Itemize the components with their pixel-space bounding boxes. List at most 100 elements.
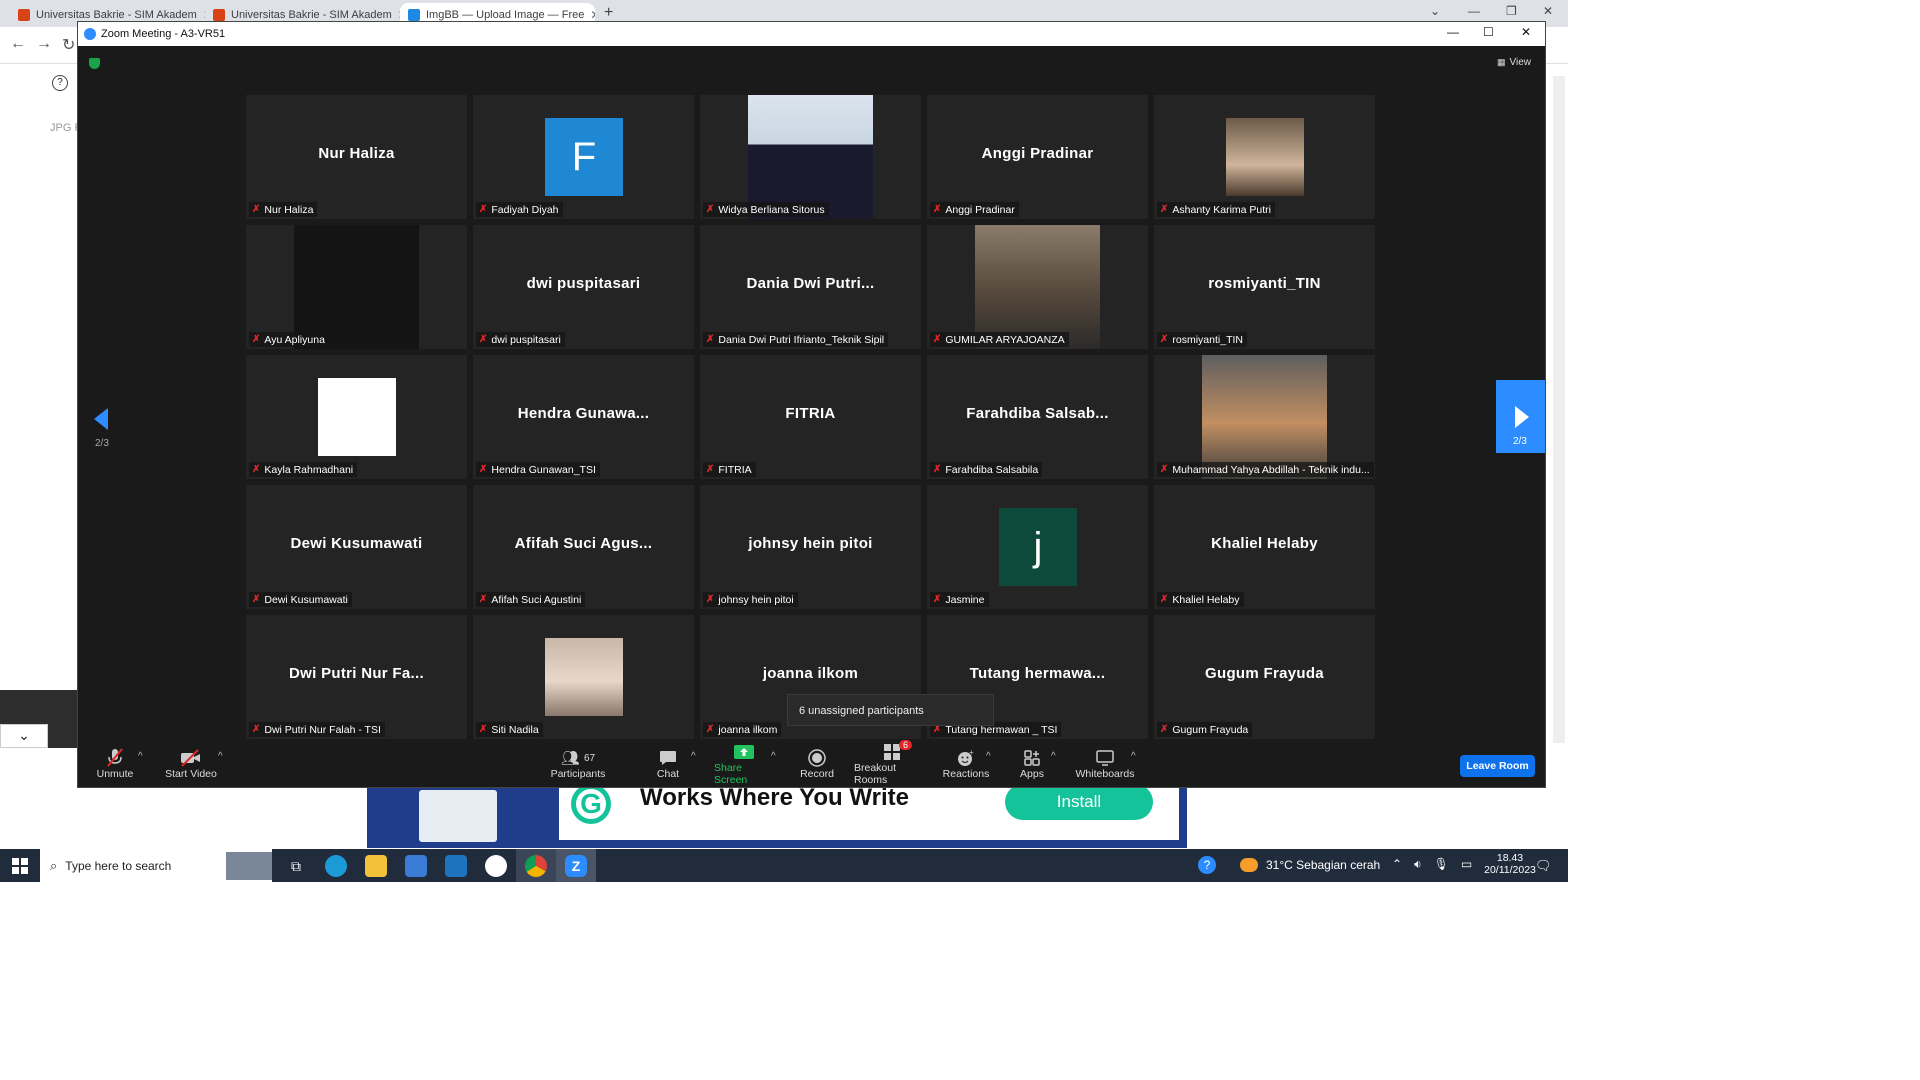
shield-icon[interactable] bbox=[89, 58, 100, 69]
back-icon[interactable]: ← bbox=[10, 35, 26, 53]
participant-label-text: Ashanty Karima Putri bbox=[1172, 203, 1272, 216]
breakout-rooms-button[interactable]: 6 Breakout Rooms bbox=[854, 740, 930, 787]
participant-tile[interactable]: Nur Haliza ✗ Nur Haliza bbox=[246, 95, 467, 219]
windows-start-icon[interactable] bbox=[12, 858, 28, 874]
minimize-icon[interactable]: — bbox=[1468, 4, 1480, 18]
participant-tile[interactable]: Afifah Suci Agus... ✗ Afifah Suci Agustini bbox=[473, 485, 694, 609]
participant-tile[interactable]: Dwi Putri Nur Fa... ✗ Dwi Putri Nur Falah … bbox=[246, 615, 467, 739]
new-tab-button[interactable]: + bbox=[604, 4, 613, 22]
reload-icon[interactable]: ↻ bbox=[62, 35, 75, 55]
share-screen-label: Share Screen bbox=[714, 762, 748, 786]
page-scrollbar[interactable] bbox=[1553, 76, 1565, 743]
chevron-up-icon[interactable]: ^ bbox=[1131, 751, 1136, 762]
taskbar-search[interactable]: ⌕ Type here to search bbox=[40, 849, 272, 882]
maximize-icon[interactable]: ☐ bbox=[1483, 25, 1494, 39]
participant-display-name: Dania Dwi Putri... bbox=[746, 275, 875, 292]
participant-display-name: Tutang hermawa... bbox=[969, 665, 1106, 682]
notification-icon[interactable]: 🗨︎ bbox=[1535, 858, 1552, 874]
close-icon[interactable]: ✕ bbox=[590, 8, 595, 22]
help-icon[interactable]: ? bbox=[1198, 856, 1216, 874]
mic-muted-icon: ✗ bbox=[479, 464, 488, 475]
participant-tile[interactable]: Hendra Gunawa... ✗ Hendra Gunawan_TSI bbox=[473, 355, 694, 479]
chevron-up-icon[interactable]: ^ bbox=[691, 751, 696, 762]
help-icon[interactable]: ? bbox=[52, 75, 68, 91]
chevron-up-icon[interactable]: ^ bbox=[218, 751, 223, 762]
install-button[interactable]: Install bbox=[1005, 784, 1153, 820]
participant-label-text: GUMILAR ARYAJOANZA bbox=[945, 333, 1065, 346]
participant-tile[interactable]: Farahdiba Salsab... ✗ Farahdiba Salsabila bbox=[927, 355, 1148, 479]
participant-tile[interactable]: johnsy hein pitoi ✗ johnsy hein pitoi bbox=[700, 485, 921, 609]
task-view-icon[interactable]: ⧉ bbox=[285, 855, 307, 877]
mail-icon[interactable] bbox=[445, 855, 467, 877]
chevron-up-icon[interactable]: ^ bbox=[138, 751, 143, 762]
chevron-down-icon[interactable]: ⌄ bbox=[0, 724, 48, 748]
participant-tile[interactable]: F ✗ Fadiyah Diyah bbox=[473, 95, 694, 219]
volume-icon[interactable]: 🔉︎ bbox=[1414, 857, 1422, 872]
participant-tile[interactable]: ✗ Siti Nadila bbox=[473, 615, 694, 739]
breakout-badge: 6 bbox=[899, 740, 913, 750]
chevron-up-icon[interactable]: ^ bbox=[986, 751, 991, 762]
chevron-up-icon[interactable]: ^ bbox=[771, 751, 776, 762]
chevron-down-icon[interactable]: ⌄ bbox=[1430, 4, 1440, 18]
zoom-taskbar-item[interactable]: Z bbox=[556, 849, 596, 882]
participant-tile[interactable]: ✗ Muhammad Yahya Abdillah - Teknik indu..… bbox=[1154, 355, 1375, 479]
forward-icon[interactable]: → bbox=[36, 35, 52, 53]
chat-button[interactable]: Chat bbox=[648, 741, 688, 787]
mic-muted-icon: ✗ bbox=[706, 204, 715, 215]
zoom-title-bar: Zoom Meeting - A3-VR51 — ☐ ✕ bbox=[78, 22, 1545, 46]
file-explorer-icon[interactable] bbox=[365, 855, 387, 877]
view-button[interactable]: ▦ View bbox=[1497, 57, 1531, 68]
ad-banner[interactable]: G Works Where You Write Install bbox=[367, 784, 1187, 848]
clock[interactable]: 18.43 20/11/2023 bbox=[1480, 852, 1540, 876]
participant-tile[interactable]: ✗ Widya Berliana Sitorus bbox=[700, 95, 921, 219]
close-icon[interactable]: ✕ bbox=[1543, 4, 1553, 18]
chrome-taskbar-item[interactable] bbox=[516, 849, 556, 882]
participant-tile[interactable]: ✗ GUMILAR ARYAJOANZA bbox=[927, 225, 1148, 349]
reactions-button[interactable]: + Reactions bbox=[943, 741, 990, 787]
participant-tile[interactable]: ✗ Kayla Rahmadhani bbox=[246, 355, 467, 479]
participant-tile[interactable]: dwi puspitasari ✗ dwi puspitasari bbox=[473, 225, 694, 349]
participant-tile[interactable]: j ✗ Jasmine bbox=[927, 485, 1148, 609]
teamviewer-icon[interactable] bbox=[485, 855, 507, 877]
participant-tile[interactable]: Dewi Kusumawati ✗ Dewi Kusumawati bbox=[246, 485, 467, 609]
chevron-up-icon[interactable]: ⌃ bbox=[1392, 857, 1402, 872]
participant-label-text: Hendra Gunawan_TSI bbox=[491, 463, 596, 476]
participant-tile[interactable]: ✗ Ashanty Karima Putri bbox=[1154, 95, 1375, 219]
participant-name-label: ✗ joanna ilkom bbox=[703, 722, 782, 737]
leave-room-button[interactable]: Leave Room bbox=[1460, 755, 1535, 777]
minimize-icon[interactable]: — bbox=[1447, 25, 1459, 39]
mic-muted-icon: ✗ bbox=[1160, 204, 1169, 215]
whiteboards-button[interactable]: Whiteboards bbox=[1075, 741, 1135, 787]
start-video-button[interactable]: Start Video bbox=[161, 741, 221, 787]
previous-page-button[interactable]: 2/3 bbox=[88, 402, 128, 472]
participant-tile[interactable]: FITRIA ✗ FITRIA bbox=[700, 355, 921, 479]
store-icon[interactable] bbox=[405, 855, 427, 877]
participant-tile[interactable]: rosmiyanti_TIN ✗ rosmiyanti_TIN bbox=[1154, 225, 1375, 349]
edge-icon[interactable] bbox=[325, 855, 347, 877]
restore-icon[interactable]: ❐ bbox=[1506, 4, 1517, 18]
participant-tile[interactable]: ✗ Ayu Apliyuna bbox=[246, 225, 467, 349]
participant-display-name: joanna ilkom bbox=[762, 665, 859, 682]
participant-tile[interactable]: Dania Dwi Putri... ✗ Dania Dwi Putri Ifria… bbox=[700, 225, 921, 349]
unmute-button[interactable]: Unmute bbox=[90, 741, 140, 787]
participants-button[interactable]: 👥︎ 67 Participants bbox=[547, 741, 609, 787]
weather-icon bbox=[1240, 858, 1258, 872]
participants-label: Participants bbox=[550, 768, 606, 780]
microphone-icon[interactable]: 🎙︎ bbox=[1434, 857, 1449, 872]
search-placeholder: Type here to search bbox=[65, 858, 172, 873]
close-icon[interactable]: ✕ bbox=[1521, 25, 1531, 39]
participant-tile[interactable]: Anggi Pradinar ✗ Anggi Pradinar bbox=[927, 95, 1148, 219]
participant-name-label: ✗ Dwi Putri Nur Falah - TSI bbox=[249, 722, 385, 737]
whiteboard-icon bbox=[1096, 748, 1114, 768]
participant-tile[interactable]: Gugum Frayuda ✗ Gugum Frayuda bbox=[1154, 615, 1375, 739]
apps-button[interactable]: Apps bbox=[1017, 741, 1047, 787]
weather-widget[interactable]: 31°C Sebagian cerah bbox=[1240, 858, 1380, 872]
share-screen-button[interactable]: Share Screen bbox=[714, 741, 774, 787]
network-icon[interactable]: ▭ bbox=[1461, 857, 1472, 872]
next-page-button[interactable]: 2/3 bbox=[1496, 380, 1545, 453]
chevron-up-icon[interactable]: ^ bbox=[1051, 751, 1056, 762]
participant-tile[interactable]: Khaliel Helaby ✗ Khaliel Helaby bbox=[1154, 485, 1375, 609]
record-button[interactable]: Record bbox=[797, 741, 837, 787]
participant-name-label: ✗ Gugum Frayuda bbox=[1157, 722, 1253, 737]
participant-display-name: Anggi Pradinar bbox=[981, 145, 1094, 162]
